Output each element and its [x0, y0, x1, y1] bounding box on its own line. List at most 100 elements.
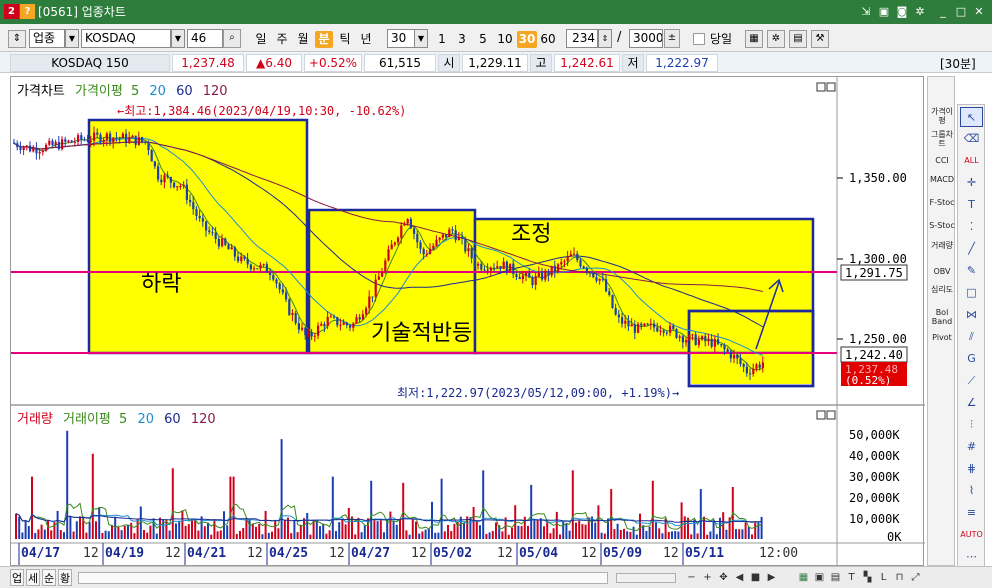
all-tool-icon[interactable]: ALL: [960, 151, 983, 171]
zoom-out-icon[interactable]: −: [684, 570, 699, 585]
zoom-slider[interactable]: [616, 573, 676, 583]
total-adjust-icon[interactable]: ±: [664, 29, 680, 48]
volume-bar: [146, 532, 149, 539]
quick-interval-10[interactable]: 10: [495, 31, 515, 48]
save-icon[interactable]: ▣: [876, 4, 892, 20]
indicator-price-ma[interactable]: 가격이평: [928, 107, 956, 125]
indicator-psychology[interactable]: 심리도: [928, 285, 956, 294]
crosshair-tool-icon[interactable]: ✛: [960, 173, 983, 193]
quick-interval-60[interactable]: 60: [538, 31, 558, 48]
more-tools-icon[interactable]: ⋯: [960, 547, 983, 567]
indicator-cci[interactable]: CCI: [928, 156, 956, 165]
period-day[interactable]: 일: [252, 31, 270, 48]
search-icon[interactable]: ⌕: [223, 29, 241, 48]
line-tool-icon[interactable]: ╱: [960, 239, 983, 259]
tab-status[interactable]: 황: [58, 569, 72, 586]
volume-bar: [603, 533, 606, 539]
help-icon[interactable]: ?: [20, 4, 35, 19]
cursor-tool-icon[interactable]: ↖: [960, 107, 983, 127]
dot-tool-icon[interactable]: ⁚: [960, 217, 983, 237]
volume-bar: [75, 521, 78, 539]
period-year[interactable]: 년: [357, 31, 375, 48]
tab-order[interactable]: 순: [42, 569, 56, 586]
total-input[interactable]: 3000: [629, 29, 663, 48]
stop-icon[interactable]: ■: [748, 570, 763, 585]
indicator-s-stoc[interactable]: S-Stoc: [928, 221, 956, 230]
fibo-tool-icon[interactable]: ⫶: [960, 415, 983, 435]
period-minute[interactable]: 분: [315, 31, 333, 48]
move-icon[interactable]: ✥: [716, 570, 731, 585]
wave-tool-icon[interactable]: ⋈: [960, 305, 983, 325]
maximize-icon[interactable]: □: [953, 4, 969, 20]
expand-icon[interactable]: ⤢: [908, 570, 923, 585]
pin-icon[interactable]: ⇲: [858, 4, 874, 20]
chart-area[interactable]: 하락 기술적반등 조정 가격차트 가격이평 5 20 60 120 ←최고:1,…: [10, 76, 925, 567]
minimize-icon[interactable]: _: [935, 4, 951, 20]
disk-icon[interactable]: ▣: [812, 570, 827, 585]
code-input[interactable]: 46: [187, 29, 223, 48]
tab-detail[interactable]: 세: [26, 569, 40, 586]
indicator-pivot[interactable]: Pivot: [928, 333, 956, 342]
text-icon[interactable]: T: [844, 570, 859, 585]
volume-bar: [581, 524, 584, 539]
indicator-bollinger[interactable]: Bol Band: [928, 308, 956, 326]
zigzag-tool-icon[interactable]: ⌇: [960, 481, 983, 501]
volume-bar: [216, 531, 219, 539]
tools-icon[interactable]: ⚒: [811, 30, 829, 48]
settings-icon[interactable]: ✲: [767, 30, 785, 48]
camera-icon[interactable]: ◙: [894, 4, 910, 20]
grid-icon[interactable]: ▦: [745, 30, 763, 48]
candle-body: [147, 142, 150, 151]
candle-body: [464, 238, 467, 252]
indicator-obv[interactable]: OBV: [928, 267, 956, 276]
pen-tool-icon[interactable]: ✎: [960, 261, 983, 281]
today-checkbox[interactable]: [693, 33, 705, 45]
period-week[interactable]: 주: [273, 31, 291, 48]
index-dropdown-icon[interactable]: ▼: [171, 29, 185, 48]
count-stepper-icon[interactable]: ⇕: [598, 29, 612, 48]
indicator-f-stoc[interactable]: F-Stoc: [928, 198, 956, 207]
gann-tool-icon[interactable]: G: [960, 349, 983, 369]
period-month[interactable]: 월: [294, 31, 312, 48]
quick-interval-5[interactable]: 5: [474, 31, 492, 48]
tab-industry[interactable]: 업: [10, 569, 24, 586]
interval-dropdown-icon[interactable]: ▼: [414, 29, 428, 48]
eraser-tool-icon[interactable]: ⌫: [960, 129, 983, 149]
scroll-left-icon[interactable]: ◀: [732, 570, 747, 585]
print-icon[interactable]: ▤: [789, 30, 807, 48]
close-icon[interactable]: ✕: [971, 4, 987, 20]
quick-interval-30[interactable]: 30: [517, 31, 537, 48]
indicator-volume[interactable]: 거래량: [928, 241, 956, 250]
lock-icon[interactable]: ⊓: [892, 570, 907, 585]
quick-interval-1[interactable]: 1: [433, 31, 451, 48]
square-tool-icon[interactable]: □: [960, 283, 983, 303]
market-dropdown-icon[interactable]: ▼: [65, 29, 79, 48]
gear-icon[interactable]: ✲: [912, 4, 928, 20]
quick-interval-3[interactable]: 3: [453, 31, 471, 48]
chart-svg[interactable]: 하락 기술적반등 조정 가격차트 가격이평 5 20 60 120 ←최고:1,…: [11, 77, 925, 567]
grid-tool-icon[interactable]: #: [960, 437, 983, 457]
menu-toggle-icon[interactable]: ⇕: [8, 30, 26, 48]
multi-line-tool-icon[interactable]: ⋕: [960, 459, 983, 479]
channel-tool-icon[interactable]: ⫽: [960, 327, 983, 347]
hline-tool-icon[interactable]: ≡: [960, 503, 983, 523]
log-icon[interactable]: L: [876, 570, 891, 585]
market-select[interactable]: 업종: [29, 29, 65, 48]
count-input[interactable]: 234: [566, 29, 598, 48]
volume-bar: [59, 530, 62, 539]
text-tool-icon[interactable]: T: [960, 195, 983, 215]
index-select[interactable]: KOSDAQ: [81, 29, 171, 48]
zoom-in-icon[interactable]: +: [700, 570, 715, 585]
indicator-group-chart[interactable]: 그룹차트: [928, 130, 956, 148]
auto-tool-icon[interactable]: AUTO: [960, 525, 983, 545]
period-tick[interactable]: 틱: [336, 31, 354, 48]
type-icon[interactable]: ▚: [860, 570, 875, 585]
angle-tool-icon[interactable]: ∠: [960, 393, 983, 413]
excel-icon[interactable]: ▦: [796, 570, 811, 585]
chart-scrollbar[interactable]: [78, 572, 608, 584]
indicator-macd[interactable]: MACD: [928, 175, 956, 184]
scroll-right-icon[interactable]: ▶: [764, 570, 779, 585]
fan-tool-icon[interactable]: ⟋: [960, 371, 983, 391]
app-badge-icon[interactable]: 2: [4, 4, 19, 19]
image-icon[interactable]: ▤: [828, 570, 843, 585]
